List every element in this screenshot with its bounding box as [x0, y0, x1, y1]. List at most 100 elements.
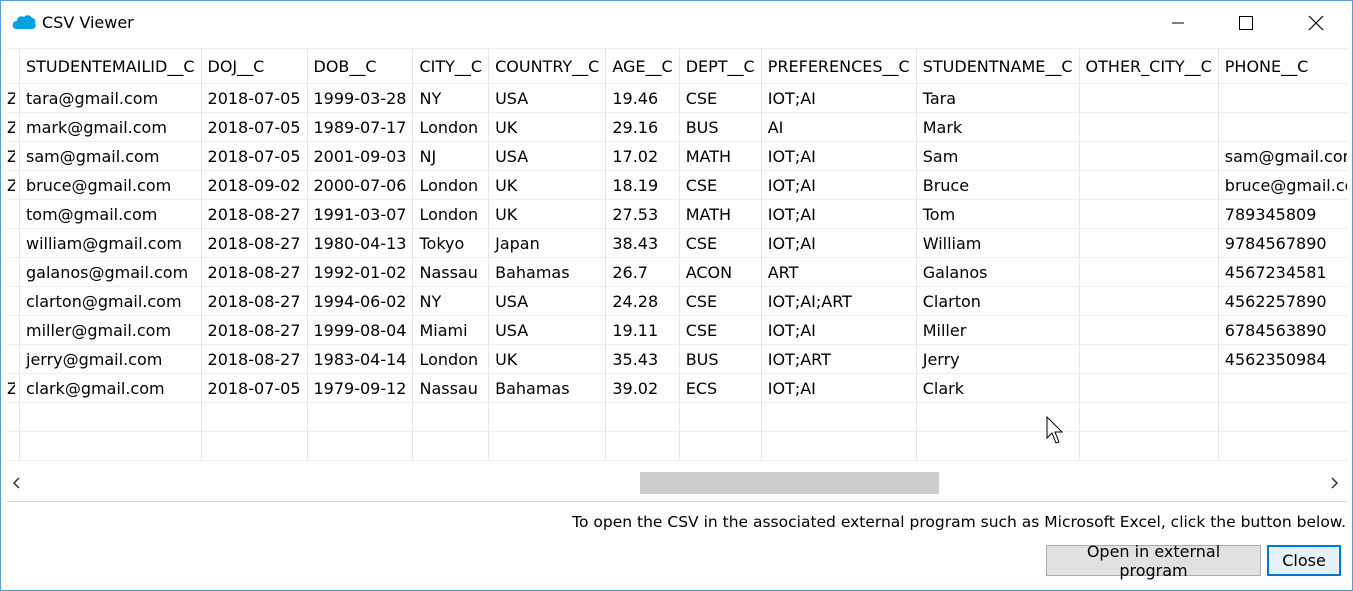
table-cell[interactable]: IOT;AI: [761, 315, 917, 345]
table-cell[interactable]: 19.46: [605, 83, 680, 113]
table-cell[interactable]: [1079, 112, 1219, 142]
maximize-button[interactable]: [1223, 1, 1269, 45]
table-cell[interactable]: CSE: [679, 170, 762, 200]
table-cell[interactable]: USA: [488, 315, 607, 345]
table-cell[interactable]: [1079, 228, 1219, 258]
row-marker-cell[interactable]: [7, 228, 20, 258]
column-header[interactable]: DOJ__C: [201, 49, 308, 84]
table-cell[interactable]: 26.7: [605, 257, 680, 287]
table-cell[interactable]: [19, 431, 202, 461]
table-cell[interactable]: 4562350984: [1218, 344, 1347, 374]
table-cell[interactable]: Galanos: [916, 257, 1080, 287]
table-cell[interactable]: 2018-07-05: [201, 83, 308, 113]
table-row[interactable]: Zbruce@gmail.com2018-09-022000-07-06Lond…: [7, 170, 1347, 200]
column-header[interactable]: DOB__C: [307, 49, 414, 84]
table-cell[interactable]: bruce@gmail.cc: [1218, 170, 1347, 200]
table-cell[interactable]: AI: [761, 112, 917, 142]
scroll-right-icon[interactable]: [1327, 476, 1341, 490]
table-cell[interactable]: Miller: [916, 315, 1080, 345]
row-marker-header[interactable]: [7, 49, 20, 84]
table-cell[interactable]: [1079, 83, 1219, 113]
table-cell[interactable]: Tom: [916, 199, 1080, 229]
table-cell[interactable]: IOT;AI: [761, 228, 917, 258]
empty-row[interactable]: [7, 402, 1347, 432]
table-cell[interactable]: tom@gmail.com: [19, 199, 202, 229]
table-cell[interactable]: IOT;AI: [761, 199, 917, 229]
table-cell[interactable]: 1980-04-13: [307, 228, 414, 258]
title-bar[interactable]: CSV Viewer: [1, 1, 1352, 45]
column-header[interactable]: PREFERENCES__C: [761, 49, 917, 84]
row-marker-cell[interactable]: Z: [7, 170, 20, 200]
table-cell[interactable]: [761, 431, 917, 461]
table-row[interactable]: clarton@gmail.com 2018-08-27 1994-06-02 NY U…: [7, 286, 1347, 316]
table-cell[interactable]: IOT;AI: [761, 373, 917, 403]
table-cell[interactable]: UK: [488, 112, 607, 142]
column-header[interactable]: PHONE__C: [1218, 49, 1347, 84]
row-marker-cell[interactable]: Z: [7, 83, 20, 113]
table-cell[interactable]: 27.53: [605, 199, 680, 229]
table-cell[interactable]: UK: [488, 199, 607, 229]
table-cell[interactable]: galanos@gmail.com: [19, 257, 202, 287]
table-cell[interactable]: 2018-08-27: [201, 286, 308, 316]
table-cell[interactable]: Tokyo: [412, 228, 490, 258]
minimize-button[interactable]: [1155, 1, 1201, 45]
table-cell[interactable]: London: [412, 170, 490, 200]
table-row[interactable]: galanos@gmail.com 2018-08-27 1992-01-02 Nas…: [7, 257, 1347, 287]
table-cell[interactable]: william@gmail.com: [19, 228, 202, 258]
column-header[interactable]: OTHER_CITY__C: [1079, 49, 1219, 84]
table-cell[interactable]: [1079, 199, 1219, 229]
open-external-button[interactable]: Open in external program: [1046, 542, 1261, 580]
table-cell[interactable]: [412, 402, 490, 432]
table-row[interactable]: jerry@gmail.com 2018-08-27 1983-04-14 Londo…: [7, 344, 1347, 374]
table-cell[interactable]: [1079, 431, 1219, 461]
table-cell[interactable]: 1999-08-04: [307, 315, 414, 345]
table-cell[interactable]: 2018-08-27: [201, 344, 308, 374]
table-cell[interactable]: MATH: [679, 141, 762, 171]
table-row[interactable]: Zclark@gmail.com2018-07-051979-09-12Nass…: [7, 373, 1347, 403]
table-cell[interactable]: 4562257890: [1218, 286, 1347, 316]
table-row[interactable]: miller@gmail.com 2018-08-27 1999-08-04 Miam…: [7, 315, 1347, 345]
table-cell[interactable]: 2018-08-27: [201, 257, 308, 287]
table-cell[interactable]: USA: [488, 286, 607, 316]
table-cell[interactable]: sam@gmail.com: [19, 141, 202, 171]
table-cell[interactable]: Sam: [916, 141, 1080, 171]
table-cell[interactable]: London: [412, 344, 490, 374]
table-cell[interactable]: [1218, 83, 1347, 113]
table-cell[interactable]: UK: [488, 344, 607, 374]
table-cell[interactable]: Miami: [412, 315, 490, 345]
table-cell[interactable]: 1991-03-07: [307, 199, 414, 229]
table-cell[interactable]: Clark: [916, 373, 1080, 403]
column-header[interactable]: AGE__C: [605, 49, 680, 84]
table-cell[interactable]: 38.43: [605, 228, 680, 258]
table-cell[interactable]: Bahamas: [488, 257, 607, 287]
table-cell[interactable]: [1079, 402, 1219, 432]
table-cell[interactable]: BUS: [679, 112, 762, 142]
table-cell[interactable]: clark@gmail.com: [19, 373, 202, 403]
table-cell[interactable]: [679, 402, 762, 432]
table-cell[interactable]: London: [412, 199, 490, 229]
table-cell[interactable]: [1218, 373, 1347, 403]
table-cell[interactable]: Bruce: [916, 170, 1080, 200]
row-marker-cell[interactable]: Z: [7, 112, 20, 142]
row-marker-cell[interactable]: [7, 199, 20, 229]
table-cell[interactable]: 2000-07-06: [307, 170, 414, 200]
table-cell[interactable]: IOT;AI: [761, 141, 917, 171]
table-cell[interactable]: [1079, 170, 1219, 200]
table-cell[interactable]: Bahamas: [488, 373, 607, 403]
table-cell[interactable]: 1999-03-28: [307, 83, 414, 113]
table-cell[interactable]: 35.43: [605, 344, 680, 374]
close-window-button[interactable]: [1293, 1, 1339, 45]
table-cell[interactable]: [307, 402, 414, 432]
table-cell[interactable]: clarton@gmail.com: [19, 286, 202, 316]
table-cell[interactable]: [1079, 286, 1219, 316]
table-cell[interactable]: 789345809: [1218, 199, 1347, 229]
table-cell[interactable]: Mark: [916, 112, 1080, 142]
table-cell[interactable]: IOT;AI: [761, 170, 917, 200]
table-cell[interactable]: Japan: [488, 228, 607, 258]
table-cell[interactable]: NY: [412, 83, 490, 113]
column-header[interactable]: COUNTRY__C: [488, 49, 607, 84]
table-cell[interactable]: 1979-09-12: [307, 373, 414, 403]
column-header[interactable]: STUDENTEMAILID__C: [19, 49, 202, 84]
table-cell[interactable]: 39.02: [605, 373, 680, 403]
table-cell[interactable]: USA: [488, 141, 607, 171]
